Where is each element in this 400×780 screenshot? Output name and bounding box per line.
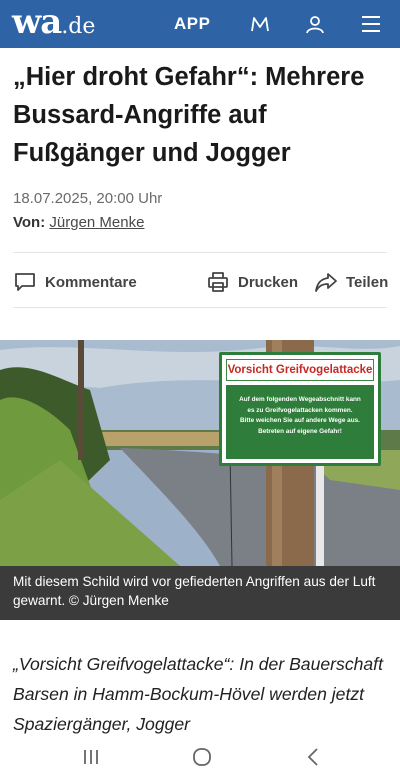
- comments-button[interactable]: Kommentare: [13, 270, 137, 294]
- article-headline: „Hier droht Gefahr“: Mehrere Bussard-Ang…: [13, 63, 365, 167]
- sign-line-3: Bitte weichen Sie auf andere Wege aus.: [240, 417, 360, 424]
- photo-caption: Mit diesem Schild wird vor gefiederten A…: [0, 566, 400, 620]
- article-author: Von: Jürgen Menke: [13, 214, 144, 231]
- logo-tld: .de: [61, 14, 96, 39]
- print-button[interactable]: Drucken: [206, 270, 298, 294]
- user-icon[interactable]: [303, 12, 327, 36]
- menu-icon[interactable]: [359, 12, 383, 36]
- site-logo[interactable]: wa.de: [12, 2, 95, 47]
- comments-label: Kommentare: [45, 273, 137, 291]
- m-icon[interactable]: [248, 12, 272, 36]
- article-date: 18.07.2025, 20:00 Uhr: [13, 190, 163, 207]
- sign-line-4: Betreten auf eigene Gefahr!: [258, 427, 342, 435]
- printer-icon: [206, 270, 230, 294]
- share-icon: [314, 270, 338, 294]
- sign-body: Auf dem folgenden Wegeabschnitt kann es …: [226, 385, 374, 459]
- logo-main: wa: [12, 2, 62, 42]
- recent-apps-icon[interactable]: [79, 745, 103, 769]
- sign-line-1: Auf dem folgenden Wegeabschnitt kann: [239, 396, 361, 403]
- article-intro: „Vorsicht Greifvogelattacke“: In der Bau…: [13, 654, 383, 734]
- share-label: Teilen: [346, 273, 389, 291]
- sign-line-2: es zu Greifvogelattacken kommen.: [247, 406, 353, 414]
- app-button[interactable]: APP: [174, 14, 210, 34]
- author-link[interactable]: Jürgen Menke: [49, 214, 144, 231]
- divider-top: [13, 252, 387, 253]
- author-prefix: Von:: [13, 214, 46, 231]
- home-icon[interactable]: [190, 745, 214, 769]
- share-button[interactable]: Teilen: [314, 270, 388, 294]
- sign-title: Vorsicht Greifvogelattacke: [226, 359, 374, 381]
- system-nav-bar: [0, 735, 400, 780]
- warning-sign: Vorsicht Greifvogelattacke Auf dem folge…: [219, 352, 381, 466]
- site-header: wa.de APP: [0, 0, 400, 48]
- back-icon[interactable]: [302, 745, 326, 769]
- divider-bottom: [13, 307, 387, 308]
- comment-icon: [13, 270, 37, 294]
- print-label: Drucken: [238, 273, 299, 291]
